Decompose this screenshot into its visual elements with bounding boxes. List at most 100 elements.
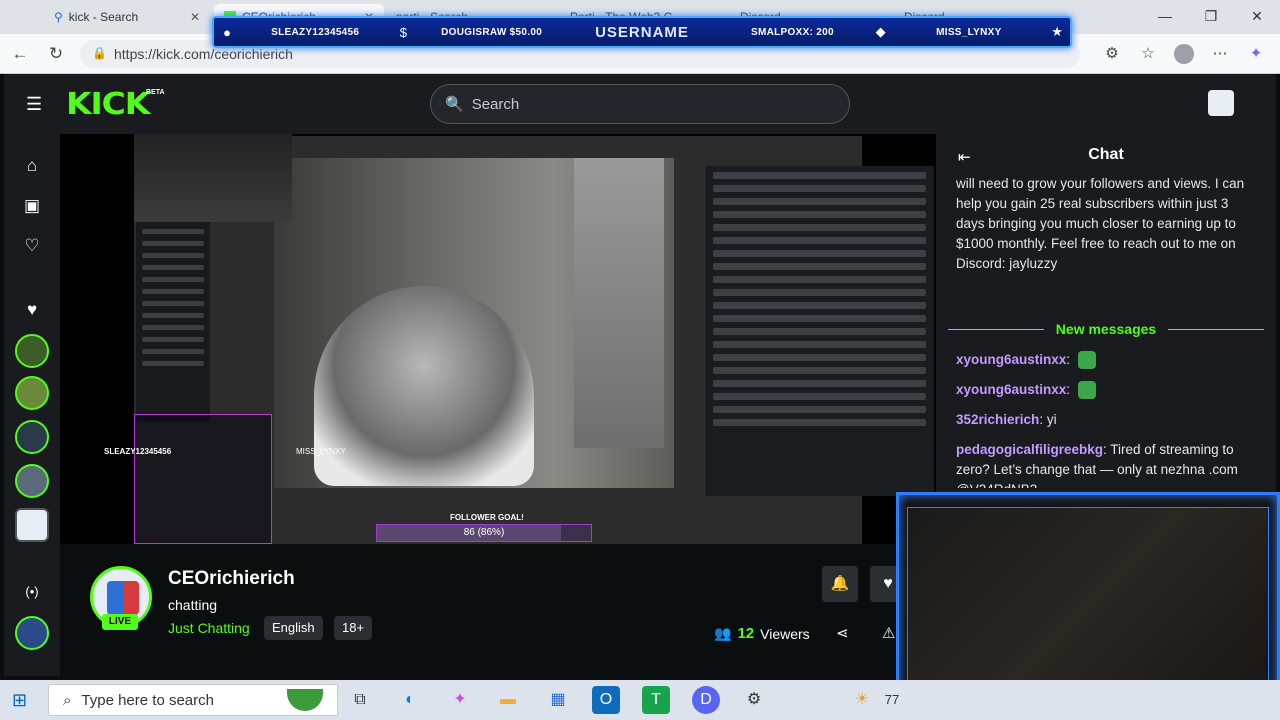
lock-icon: 🔒 (92, 46, 107, 60)
following-icon[interactable]: ♡ (20, 234, 44, 258)
chat-header: ⇤ Chat (936, 134, 1276, 178)
close-icon[interactable]: ✕ (190, 10, 200, 24)
user-icon: ● (223, 24, 231, 40)
taskbar-search-input[interactable]: ⌕ Type here to search (48, 684, 338, 716)
user-avatar[interactable] (1208, 90, 1234, 116)
banner-bits: SMALPOXX: 200 (751, 26, 834, 38)
tag-mature[interactable]: 18+ (334, 616, 373, 640)
banner-donation: DOUGISRAW $50.00 (441, 26, 543, 38)
reload-icon[interactable]: ↻ (44, 42, 68, 66)
overlay-chat-box (134, 414, 272, 544)
embedded-screen-sidebar (136, 222, 210, 422)
menu-icon[interactable]: ☰ (26, 94, 46, 114)
banner-follower: SLEAZY12345456 (271, 26, 360, 38)
window-controls: — ❐ ✕ (1142, 0, 1280, 34)
tab-label: kick - Search (68, 10, 139, 24)
chat-message: xyoung6austinxx: (956, 380, 1256, 400)
followed-channel-avatar[interactable] (15, 464, 49, 498)
windows-taskbar: ⊞ ⌕ Type here to search ⧉ ◐ ✦ ▬ ▦ O T D … (0, 680, 1280, 720)
store-icon[interactable]: ▦ (544, 686, 572, 714)
banner-subscriber: MISS_LYNXY (936, 26, 1002, 38)
followed-heart-icon: ♥ (26, 300, 38, 319)
beta-badge: BETA (146, 89, 165, 96)
gaming-chair-cam (134, 134, 292, 222)
chat-text: yi (1046, 412, 1057, 427)
new-messages-divider[interactable]: New messages (948, 319, 1264, 339)
viewers-icon: 👥 (714, 625, 732, 641)
restore-icon[interactable]: ❐ (1188, 0, 1234, 34)
chat-username[interactable]: xyoung6austinxx (956, 352, 1066, 367)
browser-profile-avatar[interactable] (1174, 44, 1194, 64)
chat-message: 352richierich: yi (956, 412, 1057, 427)
tab-kick-search[interactable]: ⚲ kick - Search ✕ (44, 4, 210, 30)
taskbar-search-placeholder: Type here to search (81, 691, 214, 709)
temperature: 77 (884, 692, 900, 707)
drop-icon: ◆ (875, 24, 886, 39)
emote-icon (1077, 381, 1096, 400)
embedded-screen-chat (704, 166, 934, 496)
settings-icon[interactable]: ⚙ (740, 686, 768, 714)
followed-channel-avatar[interactable] (15, 376, 49, 410)
chat-message: pedagogicalfiligreebkg: Tired of streami… (956, 440, 1256, 488)
copilot-icon[interactable]: ✦ (1246, 44, 1266, 64)
viewers-number: 12 (737, 625, 755, 642)
url-text: https://kick.com/ceorichierich (114, 46, 293, 62)
stream-overlay-banner: ● SLEAZY12345456 $ DOUGISRAW $50.00 USER… (212, 16, 1072, 48)
more-icon[interactable]: ⋯ (1210, 44, 1230, 64)
left-sidebar: ⌂ ▣ ♡ ♥ (•) (4, 134, 60, 676)
kick-logo[interactable]: KICK (66, 87, 150, 122)
edge-icon[interactable]: ◐ (396, 686, 424, 714)
follower-goal-label: FOLLOWER GOAL! (450, 513, 524, 522)
weather-icon[interactable]: ☀ (848, 686, 876, 714)
teams-icon[interactable]: T (642, 686, 670, 714)
viewer-count: 👥 12 Viewers (714, 625, 810, 642)
follower-goal-bar: 86 (86%) (376, 524, 592, 542)
dollar-icon: $ (399, 24, 408, 40)
back-icon[interactable]: ← (8, 42, 32, 66)
search-icon: 🔍 (445, 96, 464, 113)
follower-goal-text: 86 (86%) (463, 527, 505, 538)
close-window-icon[interactable]: ✕ (1234, 0, 1280, 34)
search-icon: ⚲ (54, 10, 63, 24)
notification-bell-icon[interactable]: 🔔 (822, 566, 858, 602)
chat-username[interactable]: pedagogicalfiligreebkg (956, 442, 1103, 457)
copilot-app-icon[interactable]: ✦ (446, 686, 474, 714)
favorites-icon[interactable]: ☆ (1138, 44, 1158, 64)
outlook-icon[interactable]: O (592, 686, 620, 714)
overlay-latest-follower: SLEAZY12345456 (104, 447, 172, 456)
top-navigation: ☰ KICK BETA 🔍 Search (4, 74, 1276, 134)
followed-channel-avatar[interactable] (15, 334, 49, 368)
tag-language[interactable]: English (264, 616, 323, 640)
browse-icon[interactable]: ▣ (20, 194, 44, 218)
emote-icon (1077, 351, 1096, 370)
report-icon[interactable]: ⚠ (882, 624, 895, 642)
task-view-icon[interactable]: ⧉ (346, 686, 374, 714)
discord-icon[interactable]: D (692, 686, 720, 714)
webcam-feed (907, 507, 1269, 707)
chat-username[interactable]: xyoung6austinxx (956, 382, 1066, 397)
search-icon: ⌕ (63, 691, 72, 709)
home-icon[interactable]: ⌂ (20, 154, 44, 178)
chat-username[interactable]: 352richierich (956, 412, 1039, 427)
video-player[interactable]: SLEAZY12345456 MISS_LYNXY FOLLOWER GOAL!… (60, 134, 936, 544)
windows-start-icon[interactable]: ⊞ (12, 690, 27, 711)
star-icon: ★ (1051, 24, 1063, 39)
file-explorer-icon[interactable]: ▬ (494, 686, 522, 714)
category-link[interactable]: Just Chatting (168, 620, 250, 636)
watermelon-icon (287, 689, 323, 711)
viewers-label: Viewers (760, 625, 810, 642)
chat-title: Chat (1088, 146, 1124, 163)
search-input[interactable]: 🔍 Search (430, 84, 850, 124)
extensions-icon[interactable]: ⚙ (1102, 44, 1122, 64)
banner-username: USERNAME (595, 23, 689, 41)
followed-channel-avatar[interactable] (15, 508, 49, 542)
chat-message: xyoung6austinxx: (956, 350, 1256, 370)
live-badge: LIVE (102, 614, 138, 630)
recommended-channel-avatar[interactable] (15, 616, 49, 650)
share-icon[interactable]: ⋖ (836, 624, 849, 642)
fridge (574, 158, 664, 448)
minimize-icon[interactable]: — (1142, 0, 1188, 34)
channel-name[interactable]: CEOrichierich (168, 568, 295, 590)
followed-channel-avatar[interactable] (15, 420, 49, 454)
search-placeholder: Search (471, 95, 520, 113)
